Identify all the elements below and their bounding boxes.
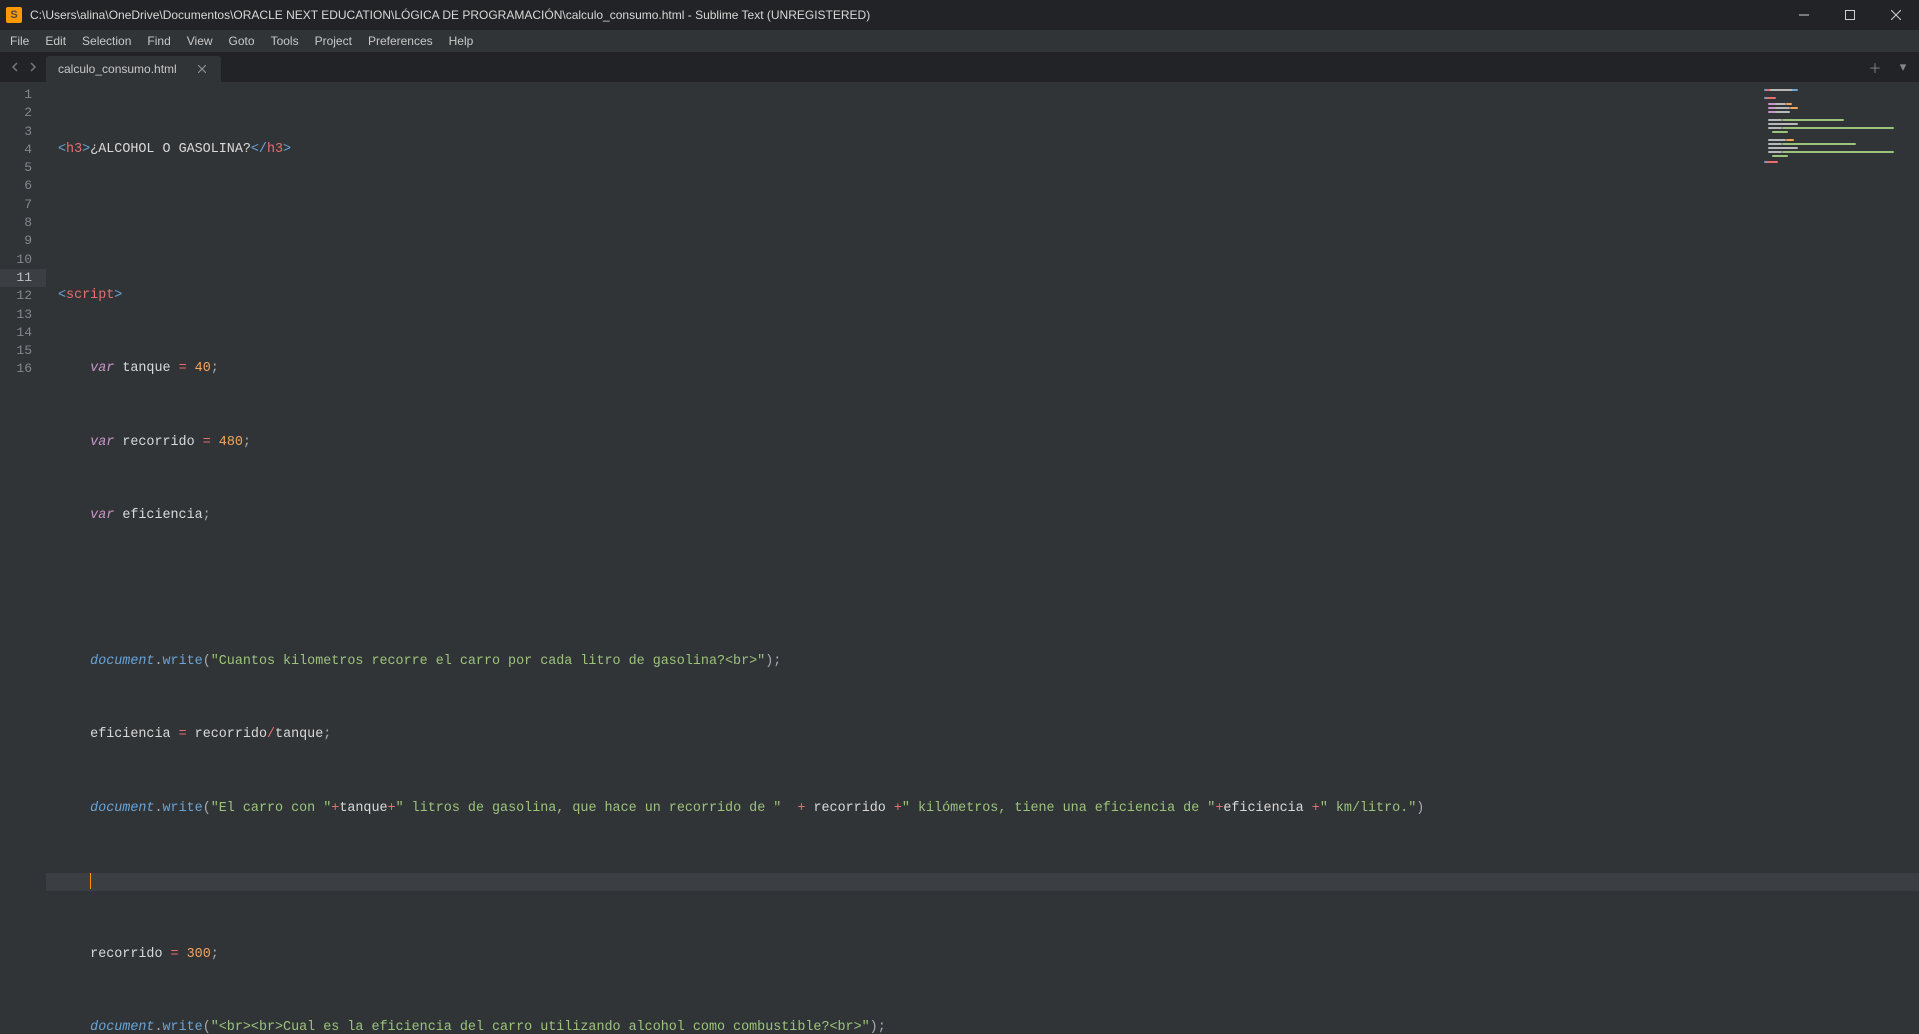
code-line: document.write("El carro con "+tanque+" … <box>46 800 1919 818</box>
line-number: 2 <box>0 104 46 122</box>
nav-back-button[interactable] <box>8 60 22 74</box>
close-icon <box>198 65 206 73</box>
line-number: 4 <box>0 141 46 159</box>
line-number: 11 <box>0 269 46 287</box>
line-number: 15 <box>0 342 46 360</box>
line-number: 14 <box>0 324 46 342</box>
maximize-button[interactable] <box>1827 0 1873 30</box>
menu-find[interactable]: Find <box>139 30 178 52</box>
code-line: <script> <box>46 287 1919 305</box>
line-number: 16 <box>0 360 46 378</box>
line-number: 9 <box>0 232 46 250</box>
menu-edit[interactable]: Edit <box>37 30 74 52</box>
app-icon: S <box>6 7 22 23</box>
minimap-icon <box>1763 86 1903 186</box>
minimize-icon <box>1799 10 1809 20</box>
text-cursor <box>90 873 91 889</box>
code-line: recorrido = 300; <box>46 946 1919 964</box>
line-number: 6 <box>0 177 46 195</box>
code-area[interactable]: <h3>¿ALCOHOL O GASOLINA?</h3> <script> v… <box>46 82 1919 517</box>
tab-label: calculo_consumo.html <box>58 62 177 76</box>
line-number: 10 <box>0 251 46 269</box>
maximize-icon <box>1845 10 1855 20</box>
code-line <box>46 873 1919 891</box>
menubar: File Edit Selection Find View Goto Tools… <box>0 30 1919 52</box>
menu-help[interactable]: Help <box>441 30 482 52</box>
menu-selection[interactable]: Selection <box>74 30 139 52</box>
menu-goto[interactable]: Goto <box>221 30 263 52</box>
close-button[interactable] <box>1873 0 1919 30</box>
code-line: eficiencia = recorrido/tanque; <box>46 726 1919 744</box>
code-line <box>46 580 1919 598</box>
menu-tools[interactable]: Tools <box>263 30 307 52</box>
arrow-right-icon <box>28 62 38 72</box>
line-number: 1 <box>0 86 46 104</box>
editor[interactable]: 1 2 3 4 5 6 7 8 9 10 11 12 13 14 15 16 <… <box>0 82 1919 517</box>
titlebar: S C:\Users\alina\OneDrive\Documentos\ORA… <box>0 0 1919 30</box>
code-line: document.write("Cuantos kilometros recor… <box>46 653 1919 671</box>
code-line: var tanque = 40; <box>46 360 1919 378</box>
tabbar: calculo_consumo.html ＋ ▾ <box>0 52 1919 82</box>
code-line: <h3>¿ALCOHOL O GASOLINA?</h3> <box>46 141 1919 159</box>
arrow-left-icon <box>10 62 20 72</box>
menu-file[interactable]: File <box>0 30 37 52</box>
line-number: 12 <box>0 287 46 305</box>
menu-view[interactable]: View <box>179 30 221 52</box>
menu-project[interactable]: Project <box>307 30 360 52</box>
line-number: 3 <box>0 123 46 141</box>
line-number: 7 <box>0 196 46 214</box>
menu-preferences[interactable]: Preferences <box>360 30 441 52</box>
vertical-scrollbar[interactable] <box>1905 82 1919 517</box>
nav-forward-button[interactable] <box>26 60 40 74</box>
tab-active[interactable]: calculo_consumo.html <box>46 56 221 82</box>
new-tab-button[interactable]: ＋ <box>1865 58 1885 77</box>
line-number: 13 <box>0 306 46 324</box>
line-number: 8 <box>0 214 46 232</box>
minimize-button[interactable] <box>1781 0 1827 30</box>
code-line: var eficiencia; <box>46 507 1919 525</box>
tab-close-button[interactable] <box>195 62 209 76</box>
window-title: C:\Users\alina\OneDrive\Documentos\ORACL… <box>30 8 870 22</box>
tab-dropdown-button[interactable]: ▾ <box>1893 59 1913 75</box>
line-number-gutter: 1 2 3 4 5 6 7 8 9 10 11 12 13 14 15 16 <box>0 82 46 517</box>
close-icon <box>1891 10 1901 20</box>
code-line: var recorrido = 480; <box>46 434 1919 452</box>
minimap[interactable] <box>1763 86 1903 186</box>
code-line <box>46 214 1919 232</box>
code-line: document.write("<br><br>Cual es la efici… <box>46 1019 1919 1034</box>
line-number: 5 <box>0 159 46 177</box>
